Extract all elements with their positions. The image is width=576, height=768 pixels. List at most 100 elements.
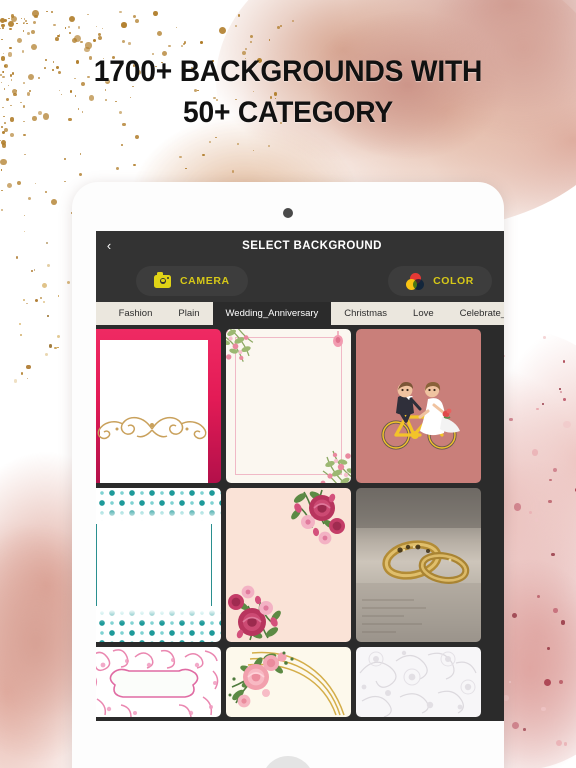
camera-button[interactable]: CAMERA: [136, 266, 248, 296]
confetti-dot: [202, 153, 205, 157]
thumbnail-cream-pink-floral-corners[interactable]: [226, 329, 351, 483]
confetti-dot: [551, 552, 555, 556]
category-tab[interactable]: Fashion: [106, 302, 166, 325]
confetti-dot: [64, 26, 67, 29]
confetti-dot: [80, 153, 82, 155]
confetti-dot: [543, 336, 546, 339]
grid-row: [96, 329, 504, 483]
confetti-dot: [291, 19, 295, 22]
category-tab-label: Plain: [178, 308, 200, 319]
confetti-dot: [22, 30, 24, 32]
headline-line-2: 50+ CATEGORY: [182, 95, 394, 129]
category-tab[interactable]: rty: [96, 302, 106, 325]
category-tab-label: Wedding_Anniversary: [225, 308, 319, 319]
confetti-dot: [23, 214, 26, 217]
confetti-dot: [2, 75, 5, 78]
thumbnail-cream-rose-bouquet-gold-arcs[interactable]: [226, 647, 351, 717]
confetti-dot: [6, 183, 12, 189]
confetti-dot: [181, 45, 183, 47]
confetti-dot: [9, 28, 12, 31]
confetti-dot: [541, 402, 544, 405]
thumbnail-rose-couple-on-bicycle[interactable]: [356, 329, 481, 483]
confetti-dot: [548, 499, 552, 504]
confetti-dot: [13, 379, 18, 383]
confetti-dot: [183, 41, 186, 44]
confetti-dot: [218, 26, 226, 34]
confetti-dot: [509, 417, 513, 422]
confetti-dot: [78, 172, 83, 177]
confetti-dot: [20, 371, 24, 375]
confetti-dot: [555, 739, 562, 746]
category-tab[interactable]: Love: [400, 302, 447, 325]
confetti-dot: [215, 136, 217, 138]
confetti-dot: [563, 420, 571, 429]
confetti-dot: [67, 26, 70, 29]
confetti-dot: [157, 31, 163, 37]
category-tab[interactable]: Plain: [165, 302, 212, 325]
pink-damask-pattern: [96, 649, 219, 717]
confetti-dot: [7, 52, 13, 58]
confetti-dot: [167, 44, 171, 48]
confetti-dot: [53, 23, 56, 27]
confetti-dot: [66, 280, 71, 285]
confetti-dot: [5, 97, 9, 101]
color-wheel-icon: [406, 272, 425, 290]
rose-bouquet-gold-arcs: [228, 651, 345, 716]
confetti-dot: [27, 196, 31, 200]
pink-roses-illustration: [228, 489, 345, 641]
confetti-dot: [560, 620, 566, 625]
confetti-dot: [33, 20, 37, 24]
category-tab[interactable]: Christmas: [331, 302, 400, 325]
confetti-dot: [231, 170, 235, 173]
confetti-dot: [50, 10, 53, 14]
gold-flourish-ornament: [97, 416, 207, 440]
confetti-dot: [45, 241, 49, 245]
category-tab[interactable]: Celebrate_: [447, 302, 504, 325]
floral-corner-top-left: [226, 329, 254, 362]
confetti-dot: [0, 168, 3, 171]
white-swirl-pattern: [359, 650, 477, 717]
camera-icon: [154, 272, 171, 288]
headline-line-1: 1700+ BACKGROUNDS WITH: [93, 55, 483, 88]
confetti-dot: [0, 27, 2, 29]
confetti-dot: [511, 722, 519, 730]
confetti-dot: [134, 134, 140, 139]
category-tabs[interactable]: rty Fashion Plain Wedding_Anniversary Christ…: [96, 302, 504, 325]
confetti-dot: [280, 25, 282, 27]
confetti-dot: [16, 22, 18, 25]
confetti-dot: [0, 158, 7, 166]
category-tab[interactable]: Wedding_Anniversary: [212, 302, 332, 325]
confetti-dot: [87, 13, 89, 15]
thumbnail-white-floral-swirl[interactable]: [356, 647, 481, 717]
thumbnail-magenta-gold-flourish-frame[interactable]: [96, 329, 221, 483]
confetti-dot: [57, 295, 60, 298]
confetti-dot: [16, 180, 21, 185]
color-button[interactable]: COLOR: [388, 266, 492, 296]
confetti-dot: [69, 15, 76, 22]
thumbnail-gold-wedding-rings-photo[interactable]: [356, 488, 481, 642]
confetti-dot: [26, 377, 29, 380]
confetti-dot: [268, 144, 270, 147]
confetti-dot: [20, 334, 22, 337]
grid-row: [96, 647, 504, 717]
home-button[interactable]: [262, 756, 314, 768]
thumbnail-pink-damask-ornate-frame[interactable]: [96, 647, 221, 717]
confetti-dot: [48, 344, 53, 348]
confetti-dot: [1, 131, 5, 135]
pink-bud-ornament: [333, 331, 343, 347]
confetti-dot: [4, 122, 6, 124]
app-screen: ‹ SELECT BACKGROUND CAMERA COLOR rty Fash…: [96, 231, 504, 721]
confetti-dot: [46, 10, 48, 13]
thumbnail-peach-pink-roses[interactable]: [226, 488, 351, 642]
confetti-dot: [1, 189, 3, 192]
confetti-dot: [97, 35, 103, 41]
thumbnail-teal-geometric-border[interactable]: [96, 488, 221, 642]
confetti-dot: [536, 595, 540, 598]
confetti-dot: [102, 27, 104, 30]
confetti-dot: [128, 42, 131, 45]
confetti-dot: [9, 74, 13, 78]
confetti-dot: [547, 647, 551, 650]
confetti-dot: [3, 115, 5, 118]
category-tab-label: Celebrate_: [459, 308, 504, 319]
confetti-dot: [9, 46, 12, 50]
